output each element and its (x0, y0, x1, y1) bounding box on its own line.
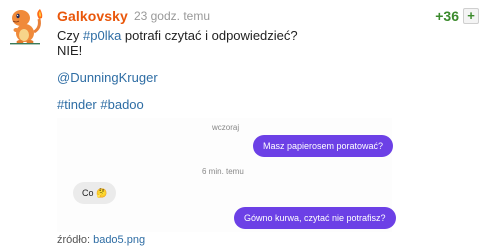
tag-badoo-link[interactable]: #badoo (100, 97, 143, 112)
post-timestamp[interactable]: 23 godz. temu (134, 9, 210, 23)
body-line-tags: #tinder #badoo (57, 97, 298, 112)
source-line: źródło: bado5.png (57, 234, 145, 246)
mention-link[interactable]: @DunningKruger (57, 70, 158, 85)
body-line-mention: @DunningKruger (57, 70, 298, 85)
vote-count: +36 (435, 8, 459, 24)
body-line-answer: NIE! (57, 43, 83, 58)
tag-tinder-link[interactable]: #tinder (57, 97, 97, 112)
upvote-button[interactable]: + (463, 8, 479, 24)
charmander-avatar-icon (4, 4, 46, 46)
day-label-yesterday: wczoraj (212, 123, 240, 132)
chat-bubble-outgoing: Gówno kurwa, czytać nie potrafisz? (234, 207, 396, 229)
avatar[interactable] (4, 4, 46, 46)
post-header: Galkovsky 23 godz. temu +36 + (57, 7, 481, 25)
day-label-minutes-ago: 6 min. temu (202, 167, 244, 176)
question-text-end: potrafi czytać i odpowiedzieć? (121, 28, 298, 43)
source-label: źródło: (57, 234, 94, 246)
username-link[interactable]: Galkovsky (57, 8, 128, 24)
chat-bubble-incoming: Co 🤔 (73, 182, 117, 204)
post-body: Czy #p0lka potrafi czytać i odpowiedzieć… (57, 28, 298, 112)
tag-p0lka-link[interactable]: #p0lka (83, 28, 121, 43)
chat-bubble-outgoing: Masz papierosem poratować? (253, 135, 394, 157)
source-file-link[interactable]: bado5.png (93, 234, 145, 246)
body-line-question: Czy #p0lka potrafi czytać i odpowiedzieć… (57, 28, 298, 43)
question-text-start: Czy (57, 28, 83, 43)
embedded-chat-screenshot[interactable]: wczoraj Masz papierosem poratować? 6 min… (57, 118, 396, 232)
